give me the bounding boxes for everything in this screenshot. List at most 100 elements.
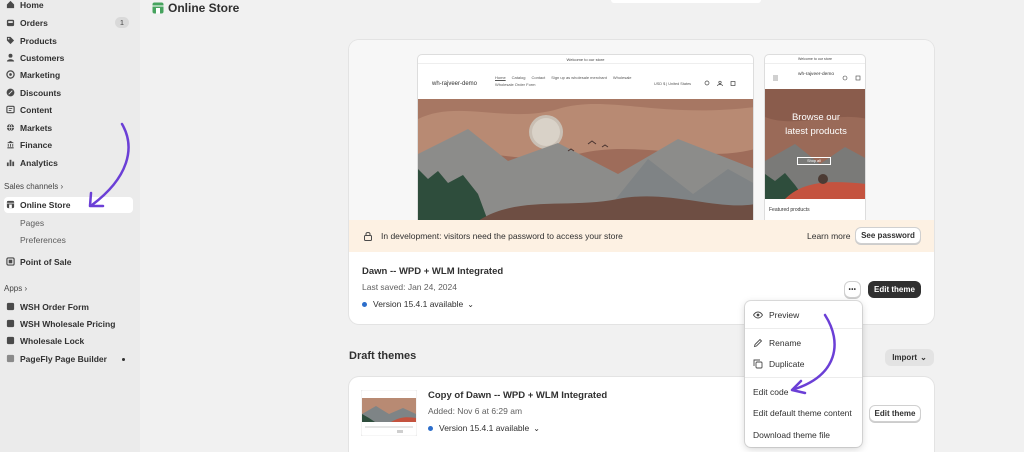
store-icon [6,200,15,209]
main-content: Online Store Welcome to our store wh-raj… [141,0,1024,452]
sidebar-item-point-of-sale[interactable]: Point of Sale [4,254,133,270]
annotation-arrow-sidebar [88,122,130,208]
version-label: Version 15.4.1 available [373,299,464,309]
mobile-preview-featured: Featured products [769,207,810,213]
duplicate-icon [753,359,763,369]
inbox-icon [6,19,15,27]
sales-channels-heading[interactable]: Sales channels › [4,182,63,191]
sidebar-item-preferences[interactable]: Preferences [20,235,66,245]
sidebar-item-label: Discounts [20,88,62,98]
mobile-preview-hero [765,89,865,199]
version-status-dot [428,425,433,431]
sidebar-item-content[interactable]: Content [4,102,133,118]
draft-theme-name: Copy of Dawn -- WPD + WLM Integrated [428,390,608,401]
annotation-arrow-menu [790,313,836,395]
see-password-button[interactable]: See password [855,227,921,244]
preview-nav-item: Wholesale [612,75,632,80]
page-header: Online Store [152,1,239,15]
home-icon [6,0,15,9]
preview-store-name: wh-rajveer-demo [432,81,478,87]
preview-currency: USD $ | United States [654,82,692,86]
draft-theme-version[interactable]: Version 15.4.1 available ⌄ [428,423,540,433]
version-status-dot [362,301,367,307]
sidebar-item-label: Wholesale Lock [20,336,85,346]
bank-icon [6,140,15,149]
notification-dot [122,358,125,361]
current-theme-name: Dawn -- WPD + WLM Integrated [362,266,504,277]
menu-item-download-theme[interactable]: Download theme file [753,430,830,440]
chevron-right-icon: › [24,284,28,293]
sidebar-item-label: Orders [20,18,48,28]
globe-icon [6,123,15,132]
draft-edit-theme-button[interactable]: Edit theme [869,405,921,422]
sidebar-item-label: Point of Sale [20,257,72,267]
menu-item-edit-default-content[interactable]: Edit default theme content [753,408,852,418]
current-theme-saved: Last saved: Jan 24, 2024 [362,282,457,292]
page-title: Online Store [168,1,240,15]
mobile-heading-line-1: Browse our [791,112,841,123]
sidebar-item-products[interactable]: Products [4,33,133,49]
draft-theme-thumbnail[interactable] [361,390,417,436]
learn-more-link[interactable]: Learn more [807,231,850,241]
sidebar-item-marketing[interactable]: Marketing [4,67,133,83]
sidebar-item-label: WSH Order Form [20,302,89,312]
mobile-preview-icons [773,75,861,81]
preview-nav-item: Contact [531,75,546,80]
mobile-preview-shop-all: Shop all [797,157,831,165]
app-icon [6,336,15,345]
sidebar-app-wsh-wholesale-pricing[interactable]: WSH Wholesale Pricing [4,316,133,332]
sidebar-item-label: Online Store [20,200,71,210]
pencil-icon [753,338,763,348]
content-icon [6,105,15,114]
orders-count-badge: 1 [114,17,129,28]
current-theme-version[interactable]: Version 15.4.1 available ⌄ [362,299,474,309]
mobile-preview: Welcome to our store wh-rajveer-demo Bro… [764,54,866,220]
chevron-right-icon: › [60,182,64,191]
preview-header-icons [704,80,736,87]
mobile-heading-line-2: latest products [785,126,847,137]
mobile-preview-announcement: Welcome to our store [765,55,865,64]
sidebar-item-home[interactable]: Home [4,0,133,13]
preview-nav-item: Wholesale Order Form [495,82,536,87]
sidebar-item-orders[interactable]: Orders 1 [4,15,133,31]
sidebar-app-wsh-order-form[interactable]: WSH Order Form [4,299,133,315]
import-button[interactable]: Import ⌄ [885,349,934,366]
sidebar-item-customers[interactable]: Customers [4,50,133,66]
sidebar-item-label: WSH Wholesale Pricing [20,319,116,329]
sidebar-item-discounts[interactable]: Discounts [4,85,133,101]
apps-label: Apps [4,284,23,293]
sidebar-app-wholesale-lock[interactable]: Wholesale Lock [4,333,133,349]
target-icon [6,70,15,79]
theme-actions-button[interactable]: ••• [844,281,861,298]
edit-theme-button[interactable]: Edit theme [868,281,921,298]
chart-icon [6,159,15,167]
import-label: Import [892,353,918,362]
chevron-down-icon: ⌄ [467,299,474,309]
draft-theme-added: Added: Nov 6 at 6:29 am [428,406,523,416]
app-icon [6,302,15,311]
pos-icon [6,257,15,266]
chevron-down-icon: ⌄ [920,353,927,362]
sidebar-item-label: PageFly Page Builder [20,354,107,364]
preview-nav-item: Catalog [511,75,526,80]
discount-icon [6,88,15,97]
online-store-icon [152,2,164,14]
lock-icon [364,232,372,241]
sales-channels-label: Sales channels [4,182,59,191]
sidebar-item-label: Markets [20,123,53,133]
sidebar-app-pagefly[interactable]: PageFly Page Builder [4,351,133,367]
preview-hero-image [418,99,753,220]
version-label: Version 15.4.1 available [439,423,530,433]
apps-heading[interactable]: Apps › [4,284,27,293]
chevron-down-icon: ⌄ [533,423,540,433]
app-icon [6,319,15,328]
preview-announcement: Welcome to our store [418,55,753,64]
sidebar-item-label: Products [20,36,57,46]
sidebar-item-label: Content [20,105,53,115]
current-theme-card: Welcome to our store wh-rajveer-demo Hom… [349,40,934,324]
sidebar-item-label: Analytics [20,158,58,168]
sidebar-item-label: Finance [20,140,53,150]
sidebar-item-pages[interactable]: Pages [20,218,44,228]
top-bar-stub [611,0,761,3]
sidebar-item-label: Marketing [20,70,61,80]
